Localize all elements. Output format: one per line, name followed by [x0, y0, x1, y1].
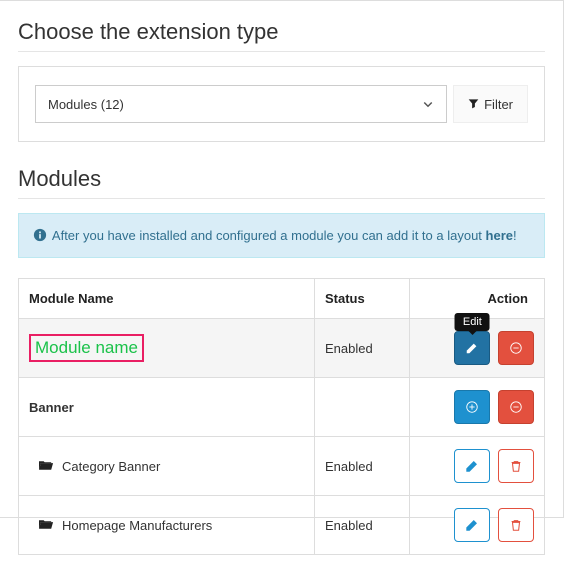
- filter-icon: [468, 97, 479, 112]
- delete-button[interactable]: [498, 449, 534, 483]
- module-status: Enabled: [315, 319, 410, 378]
- section-title-extension-type: Choose the extension type: [18, 19, 545, 52]
- extension-type-select-label: Modules (12): [48, 97, 124, 112]
- module-name-highlighted: Module name: [29, 334, 144, 362]
- module-status: Enabled: [315, 496, 410, 555]
- module-name: Banner: [19, 378, 315, 437]
- chevron-down-icon: [422, 98, 434, 110]
- trash-icon: [509, 459, 523, 473]
- add-button[interactable]: [454, 390, 490, 424]
- module-status: Enabled: [315, 437, 410, 496]
- extension-filter-panel: Modules (12) Filter: [18, 66, 545, 142]
- uninstall-button[interactable]: [498, 331, 534, 365]
- edit-button[interactable]: [454, 508, 490, 542]
- column-header-status: Status: [315, 279, 410, 319]
- folder-open-icon: [39, 459, 54, 474]
- section-title-modules: Modules: [18, 166, 545, 199]
- pencil-icon: [465, 518, 479, 532]
- trash-icon: [509, 518, 523, 532]
- edit-button[interactable]: [454, 449, 490, 483]
- edit-button[interactable]: Edit: [454, 331, 490, 365]
- module-child-name: Category Banner: [62, 459, 160, 474]
- filter-button[interactable]: Filter: [453, 85, 528, 123]
- folder-open-icon: [39, 518, 54, 533]
- minus-circle-icon: [509, 400, 523, 414]
- module-status: [315, 378, 410, 437]
- pencil-icon: [465, 459, 479, 473]
- info-icon: [33, 228, 47, 242]
- info-alert-link[interactable]: here: [486, 228, 513, 243]
- delete-button[interactable]: [498, 508, 534, 542]
- table-row: Homepage Manufacturers Enabled: [19, 496, 545, 555]
- modules-table: Module Name Status Action Module name En…: [18, 278, 545, 555]
- filter-button-label: Filter: [484, 97, 513, 112]
- table-row: Category Banner Enabled: [19, 437, 545, 496]
- uninstall-button[interactable]: [498, 390, 534, 424]
- info-alert-text: After you have installed and configured …: [52, 228, 486, 243]
- column-header-name: Module Name: [19, 279, 315, 319]
- info-alert: After you have installed and configured …: [18, 213, 545, 258]
- edit-tooltip: Edit: [455, 313, 490, 331]
- plus-circle-icon: [465, 400, 479, 414]
- info-alert-suffix: !: [513, 228, 517, 243]
- minus-circle-icon: [509, 341, 523, 355]
- extension-type-select[interactable]: Modules (12): [35, 85, 447, 123]
- table-row: Banner: [19, 378, 545, 437]
- table-row: Module name Enabled Edit: [19, 319, 545, 378]
- pencil-icon: [465, 341, 479, 355]
- module-child-name: Homepage Manufacturers: [62, 518, 212, 533]
